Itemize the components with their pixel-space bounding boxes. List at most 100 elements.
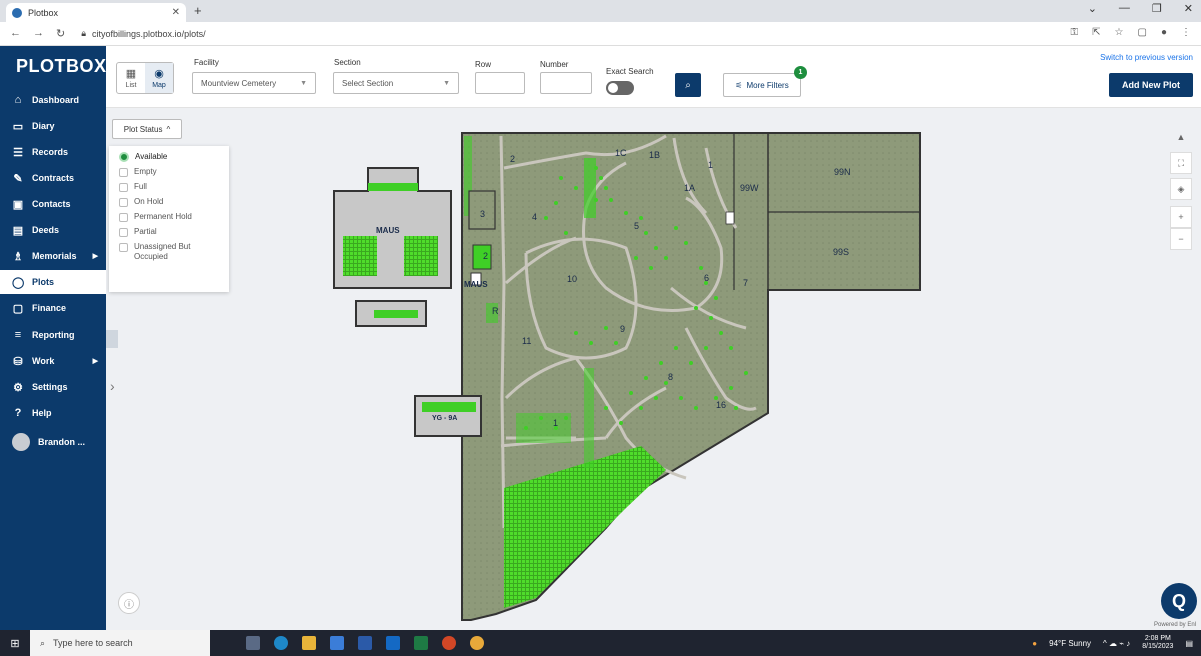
checkbox[interactable] <box>119 243 128 252</box>
number-input[interactable] <box>540 72 592 94</box>
checkbox[interactable] <box>119 183 128 192</box>
chevron-right-icon[interactable]: › <box>110 378 115 394</box>
cemetery-map[interactable]: 2 1C 1B 1 1A 99W 99N 99S 3 4 5 2 10 6 7 … <box>106 108 1201 630</box>
add-new-plot-button[interactable]: Add New Plot <box>1109 73 1193 97</box>
chrome-icon[interactable] <box>470 636 484 650</box>
sidebar-user[interactable]: Brandon ... <box>0 430 106 454</box>
menu-kebab-icon[interactable]: ⋮ <box>1181 27 1191 38</box>
row-input[interactable] <box>475 72 525 94</box>
bookmark-star-icon[interactable]: ☆ <box>1115 27 1124 38</box>
edge-icon[interactable] <box>274 636 288 650</box>
search-button[interactable]: ⌕ <box>675 73 701 97</box>
section-label-4[interactable]: 4 <box>532 212 537 222</box>
file-explorer-icon[interactable] <box>302 636 316 650</box>
new-tab-button[interactable]: + <box>194 3 202 18</box>
plot-status-button[interactable]: Plot Status ^ <box>112 119 182 139</box>
maus-label-small[interactable]: MAUS <box>464 280 488 289</box>
section-label-1-south[interactable]: 1 <box>553 418 558 428</box>
section-label-1b[interactable]: 1B <box>649 150 660 160</box>
section-label-99w[interactable]: 99W <box>740 183 759 193</box>
share-icon[interactable]: ⇱ <box>1092 27 1100 38</box>
sidebar-item-help[interactable]: ? Help <box>0 401 106 425</box>
zoom-out-button[interactable]: − <box>1170 228 1192 250</box>
status-option-full[interactable]: Full <box>119 182 219 192</box>
section-label-99s[interactable]: 99S <box>833 247 849 257</box>
section-label-9[interactable]: 9 <box>620 324 625 334</box>
section-label-8[interactable]: 8 <box>668 372 673 382</box>
switch-version-link[interactable]: Switch to previous version <box>1100 53 1193 62</box>
sidebar-item-memorials[interactable]: ♗ Memorials ▶ <box>0 244 106 268</box>
more-filters-button[interactable]: ⚟ More Filters <box>723 73 801 97</box>
section-label-6[interactable]: 6 <box>704 273 709 283</box>
section-label-r[interactable]: R <box>492 306 499 316</box>
sidepanel-icon[interactable]: ▢ <box>1138 27 1147 38</box>
url-field[interactable]: 🔒︎ cityofbillings.plotbox.io/plots/ <box>81 28 205 39</box>
profile-icon[interactable]: ● <box>1161 27 1167 38</box>
facility-select[interactable]: Mountview Cemetery ▼ <box>192 72 316 94</box>
close-tab-icon[interactable]: ✕ <box>172 7 180 18</box>
sidebar-item-diary[interactable]: ▭ Diary <box>0 114 106 138</box>
key-icon[interactable]: ⚿ <box>1071 27 1079 38</box>
section-label-10[interactable]: 10 <box>567 274 577 284</box>
section-label-2-north[interactable]: 2 <box>510 154 515 164</box>
status-option-partial[interactable]: Partial <box>119 227 219 237</box>
section-label-1a[interactable]: 1A <box>684 183 695 193</box>
sidebar-item-settings[interactable]: ⚙ Settings <box>0 375 106 399</box>
yg-9a-label[interactable]: YG - 9A <box>432 415 457 422</box>
word-icon[interactable] <box>358 636 372 650</box>
forward-icon[interactable]: → <box>33 27 44 40</box>
checkbox[interactable] <box>119 198 128 207</box>
sidebar-item-work[interactable]: ⛁ Work ▶ <box>0 349 106 373</box>
close-window-button[interactable]: ✕ <box>1184 2 1193 15</box>
windows-start-icon[interactable]: ⊞ <box>0 637 30 650</box>
outlook-icon[interactable] <box>386 636 400 650</box>
checkbox[interactable] <box>119 228 128 237</box>
browser-tab[interactable]: Plotbox ✕ <box>6 3 186 22</box>
back-icon[interactable]: ← <box>10 27 21 40</box>
store-icon[interactable] <box>330 636 344 650</box>
status-option-empty[interactable]: Empty <box>119 167 219 177</box>
zoom-in-button[interactable]: + <box>1170 206 1192 228</box>
sidebar-item-plots[interactable]: ◯ Plots <box>0 270 106 294</box>
taskbar-search-field[interactable]: ⌕ Type here to search <box>30 630 210 656</box>
restore-button[interactable]: ❐ <box>1152 2 1162 15</box>
sidebar-item-records[interactable]: ☰ Records <box>0 140 106 164</box>
maus-label-large[interactable]: MAUS <box>376 226 400 235</box>
tray-icons[interactable]: ^ ☁ ⌁ ♪ <box>1103 639 1130 648</box>
checkbox[interactable] <box>119 213 128 222</box>
map-view-button[interactable]: ◉ Map <box>145 63 173 93</box>
section-label-16[interactable]: 16 <box>716 400 726 410</box>
status-option-on-hold[interactable]: On Hold <box>119 197 219 207</box>
info-button[interactable]: ⓘ <box>118 592 140 614</box>
sidebar-item-reporting[interactable]: ≡ Reporting <box>0 323 106 347</box>
layers-button[interactable]: ◈ <box>1170 178 1192 200</box>
section-label-2-small[interactable]: 2 <box>483 251 488 261</box>
compass-icon[interactable]: ▲ <box>1170 126 1192 148</box>
section-label-5[interactable]: 5 <box>634 221 639 231</box>
section-label-1c[interactable]: 1C <box>615 148 627 158</box>
powerpoint-icon[interactable] <box>442 636 456 650</box>
sidebar-item-dashboard[interactable]: ⌂ Dashboard <box>0 88 106 112</box>
section-label-7[interactable]: 7 <box>743 278 748 288</box>
task-view-icon[interactable] <box>246 636 260 650</box>
chat-widget-button[interactable]: Q <box>1161 583 1197 619</box>
sidebar-item-contacts[interactable]: ▣ Contacts <box>0 192 106 216</box>
sidebar-item-deeds[interactable]: ▤ Deeds <box>0 218 106 242</box>
excel-icon[interactable] <box>414 636 428 650</box>
checkbox[interactable] <box>119 168 128 177</box>
status-option-permanent-hold[interactable]: Permanent Hold <box>119 212 219 222</box>
notification-icon[interactable]: ▤ <box>1185 639 1193 648</box>
panel-collapse-handle[interactable] <box>106 330 118 348</box>
sidebar-item-contracts[interactable]: ✎ Contracts <box>0 166 106 190</box>
status-option-available[interactable]: Available <box>119 152 219 162</box>
sidebar-item-finance[interactable]: ▢ Finance <box>0 296 106 320</box>
section-label-1[interactable]: 1 <box>708 160 713 170</box>
tab-search-icon[interactable]: ⌄ <box>1088 2 1097 15</box>
list-view-button[interactable]: ▦ List <box>117 63 145 93</box>
section-label-99n[interactable]: 99N <box>834 167 851 177</box>
weather-text[interactable]: 94°F Sunny <box>1049 639 1091 648</box>
map-canvas[interactable]: 2 1C 1B 1 1A 99W 99N 99S 3 4 5 2 10 6 7 … <box>106 108 1201 630</box>
section-label-11[interactable]: 11 <box>522 336 531 346</box>
minimize-button[interactable]: — <box>1119 2 1130 15</box>
fullscreen-button[interactable]: ⛶ <box>1170 152 1192 174</box>
